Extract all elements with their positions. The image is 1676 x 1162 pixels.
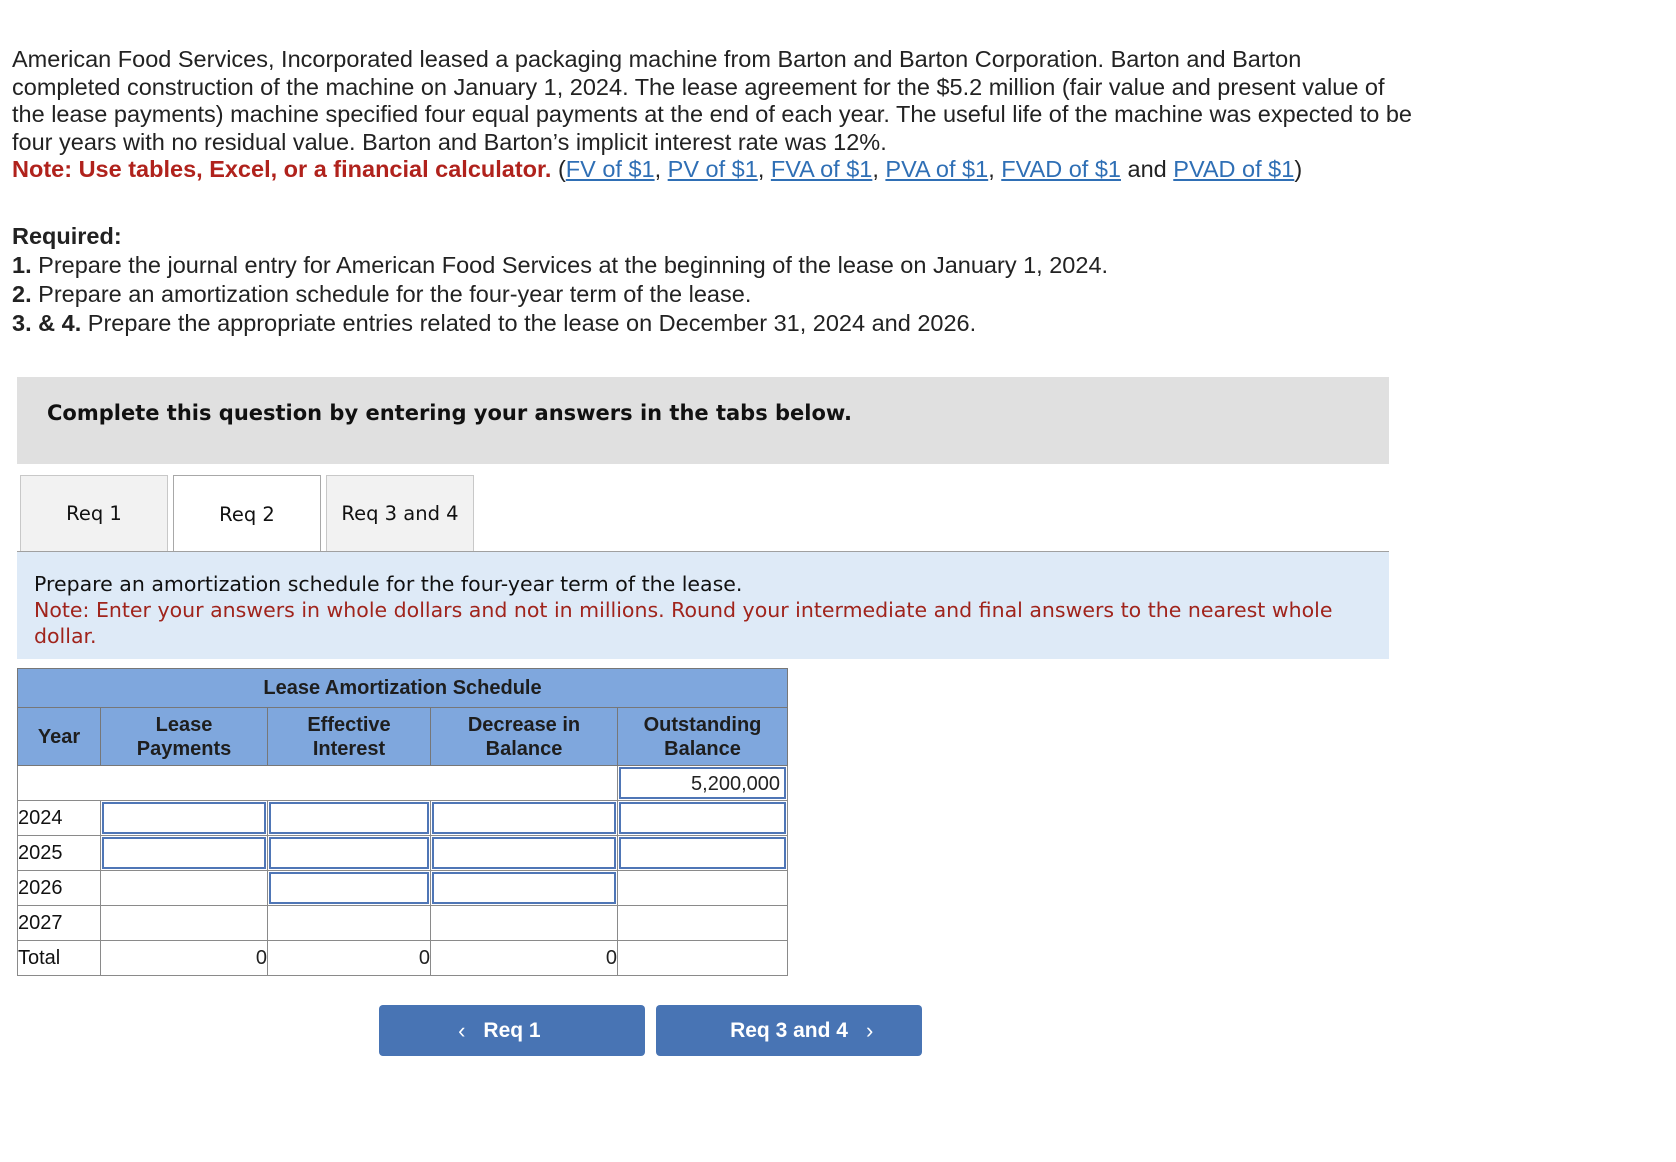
separator: , <box>988 156 1002 182</box>
effective-interest-input[interactable] <box>269 872 429 904</box>
link-fv-of-1[interactable]: FV of $1 <box>566 156 655 182</box>
outstanding-balance-cell <box>617 905 788 941</box>
separator: , <box>872 156 886 182</box>
table-row: 2026 <box>17 870 788 906</box>
tab-req-1[interactable]: Req 1 <box>20 475 168 551</box>
year-cell: 2027 <box>17 905 101 941</box>
column-header-effective-interest: Effective Interest <box>267 707 431 766</box>
column-header-lease-payments: Lease Payments <box>100 707 268 766</box>
table-row: 2027 <box>17 905 788 941</box>
link-pva-of-1[interactable]: PVA of $1 <box>885 156 988 182</box>
effective-interest-input[interactable] <box>269 837 429 869</box>
initial-balance-cell[interactable]: 5,200,000 <box>617 765 788 801</box>
required-item: 2. Prepare an amortization schedule for … <box>12 280 1108 309</box>
link-pvad-of-1[interactable]: PVAD of $1 <box>1173 156 1294 182</box>
effective-interest-cell[interactable] <box>267 800 431 836</box>
total-label: Total <box>17 940 101 976</box>
instructions-banner: Complete this question by entering your … <box>17 377 1389 464</box>
decrease-in-balance-cell[interactable] <box>430 870 618 906</box>
outstanding-balance-cell[interactable] <box>617 835 788 871</box>
prev-req-1-button[interactable]: ‹ Req 1 › <box>379 1005 645 1056</box>
empty-cell <box>617 940 788 976</box>
empty-cell <box>17 765 618 801</box>
tab-req-3-and-4[interactable]: Req 3 and 4 <box>326 475 474 551</box>
paren-open: ( <box>557 156 566 182</box>
year-cell: 2026 <box>17 870 101 906</box>
required-section: Required: 1. Prepare the journal entry f… <box>12 222 1108 338</box>
link-fva-of-1[interactable]: FVA of $1 <box>771 156 872 182</box>
lease-payment-cell <box>100 905 268 941</box>
problem-line: American Food Services, Incorporated lea… <box>12 46 1302 72</box>
tab-label: Req 1 <box>66 502 122 525</box>
decrease-in-balance-input[interactable] <box>432 837 616 869</box>
effective-interest-cell[interactable] <box>267 835 431 871</box>
required-item-number: 1. <box>12 252 32 278</box>
instruction-note: Note: Enter your answers in whole dollar… <box>34 598 1333 648</box>
tab-label: Req 2 <box>219 502 275 526</box>
required-item-text: Prepare the appropriate entries related … <box>87 310 977 336</box>
outstanding-balance-cell[interactable] <box>617 800 788 836</box>
required-item: 1. Prepare the journal entry for America… <box>12 251 1108 280</box>
required-item-number: 3. & 4. <box>12 310 82 336</box>
lease-amortization-table: Lease Amortization Schedule Year Lease P… <box>17 668 788 976</box>
required-item-number: 2. <box>12 281 32 307</box>
required-item-text: Prepare an amortization schedule for the… <box>38 281 752 307</box>
table-row: 2025 <box>17 835 788 871</box>
tab-instruction-panel: Prepare an amortization schedule for the… <box>17 551 1389 659</box>
required-item-text: Prepare the journal entry for American F… <box>38 252 1109 278</box>
decrease-in-balance-cell <box>430 905 618 941</box>
column-header-decrease-in-balance: Decrease in Balance <box>430 707 618 766</box>
problem-line: completed construction of the machine on… <box>12 73 1385 100</box>
required-item: 3. & 4. Prepare the appropriate entries … <box>12 309 1108 338</box>
table-row-initial: 5,200,000 <box>17 765 788 801</box>
paren-close: ) <box>1294 156 1303 182</box>
year-cell: 2025 <box>17 835 101 871</box>
tab-label: Req 3 and 4 <box>341 502 459 525</box>
chevron-left-icon: ‹ <box>458 1017 466 1043</box>
tab-req-2[interactable]: Req 2 <box>173 475 321 552</box>
decrease-in-balance-input[interactable] <box>432 872 616 904</box>
table-row-total: Total 0 0 0 <box>17 940 788 976</box>
banner-text: Complete this question by entering your … <box>47 401 852 425</box>
decrease-in-balance-cell[interactable] <box>430 835 618 871</box>
lease-payment-cell <box>100 870 268 906</box>
table-row: 2024 <box>17 800 788 836</box>
outstanding-balance-input[interactable] <box>619 802 786 834</box>
lease-payment-input[interactable] <box>102 837 266 869</box>
year-cell: 2024 <box>17 800 101 836</box>
initial-balance-input[interactable]: 5,200,000 <box>619 767 786 799</box>
problem-line: four years with no residual value. Barto… <box>12 128 887 155</box>
and-text: and <box>1127 156 1167 182</box>
table-title: Lease Amortization Schedule <box>17 668 788 708</box>
lease-payment-input[interactable] <box>102 802 266 834</box>
problem-line: the lease payments) machine specified fo… <box>12 101 1412 127</box>
chevron-right-icon: › <box>865 1017 874 1043</box>
prev-button-label: Req 1 <box>483 1018 541 1042</box>
total-effective-interest: 0 <box>267 940 431 976</box>
note-label: Note: Use tables, Excel, or a financial … <box>12 156 552 182</box>
effective-interest-input[interactable] <box>269 802 429 834</box>
total-decrease-in-balance: 0 <box>430 940 618 976</box>
column-header-year: Year <box>17 707 101 766</box>
separator: , <box>757 156 771 182</box>
outstanding-balance-cell <box>617 870 788 906</box>
next-button-label: Req 3 and 4 <box>730 1018 848 1042</box>
effective-interest-cell[interactable] <box>267 870 431 906</box>
link-fvad-of-1[interactable]: FVAD of $1 <box>1001 156 1121 182</box>
separator: , <box>654 156 668 182</box>
total-lease-payments: 0 <box>100 940 268 976</box>
effective-interest-cell <box>267 905 431 941</box>
column-header-outstanding-balance: Outstanding Balance <box>617 707 788 766</box>
note-line: Note: Use tables, Excel, or a financial … <box>12 156 1572 184</box>
problem-statement: American Food Services, Incorporated lea… <box>12 46 1572 184</box>
outstanding-balance-input[interactable] <box>619 837 786 869</box>
decrease-in-balance-cell[interactable] <box>430 800 618 836</box>
lease-payment-cell[interactable] <box>100 835 268 871</box>
instruction-text: Prepare an amortization schedule for the… <box>34 572 743 596</box>
link-pv-of-1[interactable]: PV of $1 <box>668 156 758 182</box>
next-req-3-and-4-button[interactable]: ‹ Req 3 and 4 › <box>656 1005 922 1056</box>
decrease-in-balance-input[interactable] <box>432 802 616 834</box>
lease-payment-cell[interactable] <box>100 800 268 836</box>
required-title: Required: <box>12 223 122 249</box>
